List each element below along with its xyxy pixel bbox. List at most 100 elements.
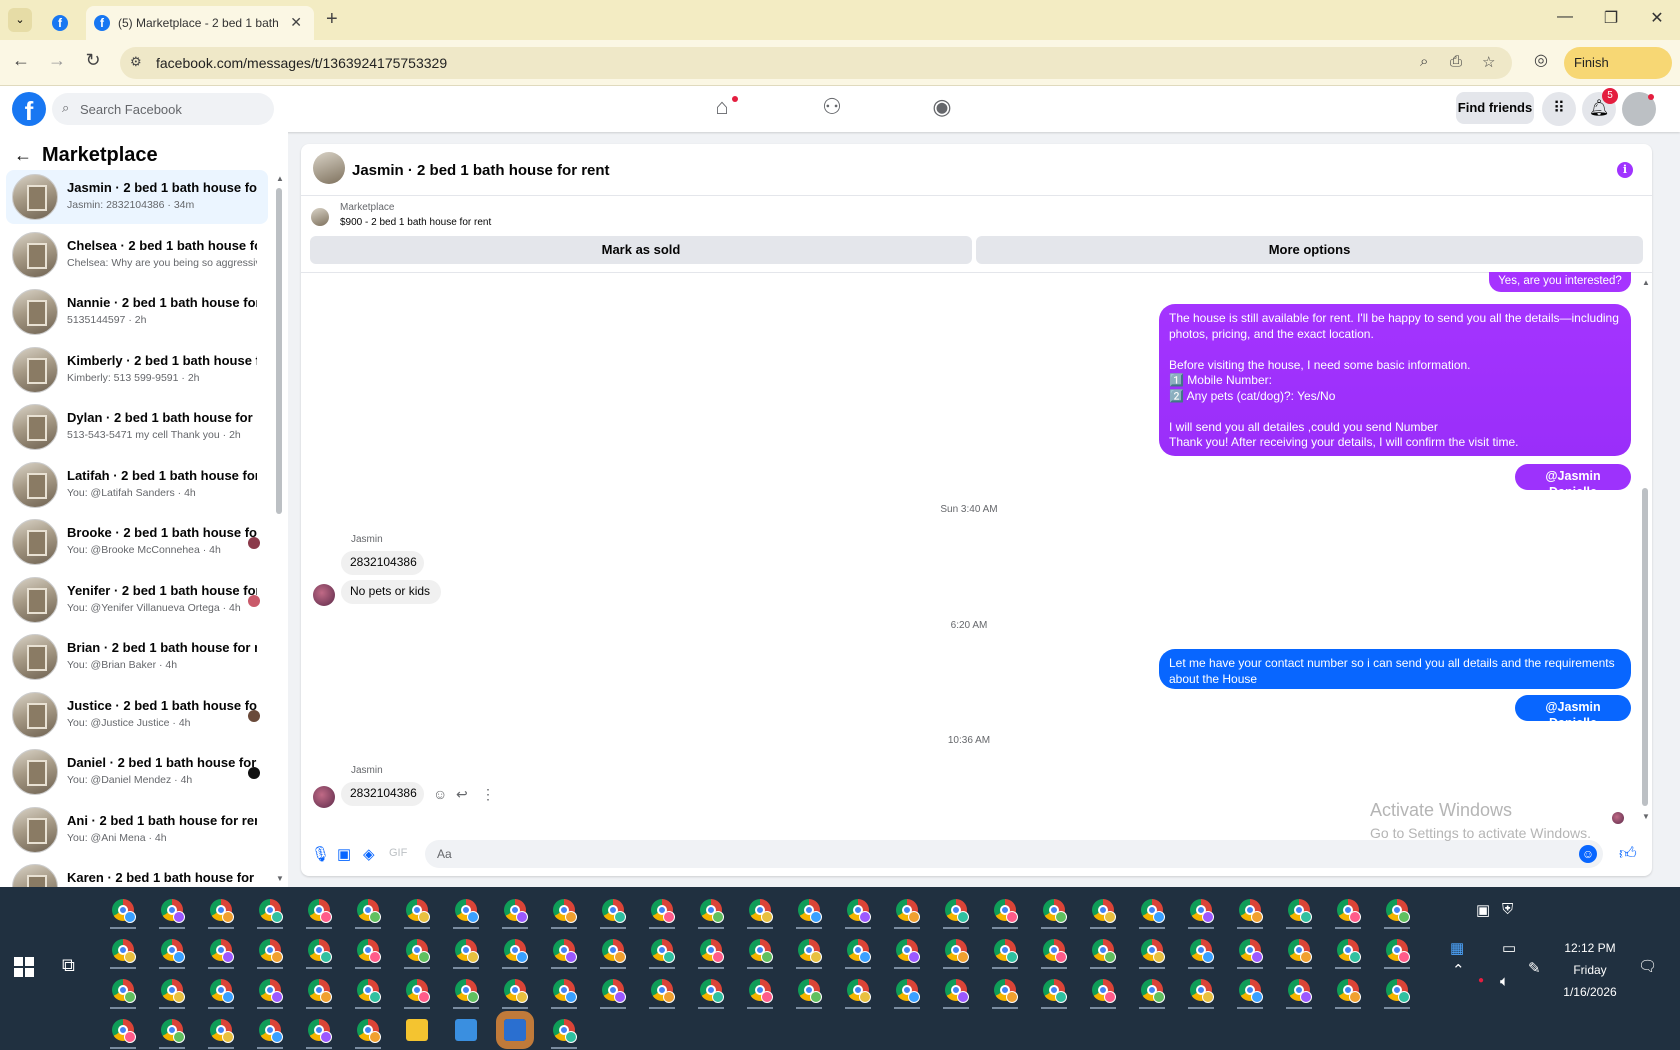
chrome-profile-icon[interactable]: [1190, 899, 1214, 923]
chrome-profile-icon[interactable]: [161, 979, 185, 1003]
chrome-profile-icon[interactable]: [112, 939, 136, 963]
chrome-profile-icon[interactable]: [945, 899, 969, 923]
scroll-up-arrow-icon[interactable]: ▲: [276, 174, 284, 183]
chrome-profile-icon[interactable]: [602, 979, 626, 1003]
chrome-profile-icon[interactable]: [161, 1019, 185, 1043]
chrome-profile-icon[interactable]: [308, 899, 332, 923]
chrome-profile-icon[interactable]: [259, 1019, 283, 1043]
notification-center-icon[interactable]: 🗨︎: [1638, 957, 1657, 975]
conversation-item[interactable]: Chelsea · 2 bed 1 bath house for rent Che…: [6, 228, 268, 282]
chrome-profile-icon[interactable]: [1288, 899, 1312, 923]
conversation-item[interactable]: Yenifer · 2 bed 1 bath house for rent You…: [6, 573, 268, 627]
chrome-profile-icon[interactable]: [1288, 979, 1312, 1003]
incoming-message[interactable]: 2832104386: [341, 782, 424, 806]
task-view-icon[interactable]: ⧉: [62, 955, 75, 976]
chrome-profile-icon[interactable]: [945, 939, 969, 963]
chrome-profile-icon[interactable]: [357, 939, 381, 963]
chrome-profile-icon[interactable]: [553, 899, 577, 923]
chrome-profile-icon[interactable]: [1386, 979, 1410, 1003]
more-actions-icon[interactable]: ⋮: [481, 786, 495, 803]
defender-icon[interactable]: ⛨: [1502, 901, 1513, 918]
reply-icon[interactable]: ↩: [456, 786, 468, 803]
minimize-button[interactable]: —: [1550, 8, 1580, 26]
chrome-profile-icon[interactable]: [749, 899, 773, 923]
chrome-profile-icon[interactable]: [1043, 899, 1067, 923]
reload-icon[interactable]: ↻: [80, 50, 106, 71]
sidebar-scrollbar-thumb[interactable]: [276, 188, 282, 514]
volume-icon[interactable]: 🔈︎: [1500, 973, 1509, 990]
clock-time[interactable]: 12:12 PM: [1560, 941, 1620, 955]
display-icon[interactable]: ▭: [1502, 939, 1516, 957]
profile-icon[interactable]: ◎: [1528, 50, 1554, 70]
conversation-item[interactable]: Karen · 2 bed 1 bath house for rent: [6, 860, 268, 887]
chrome-profile-icon[interactable]: [896, 939, 920, 963]
chrome-profile-icon[interactable]: [504, 939, 528, 963]
outgoing-message[interactable]: Yes, are you interested?: [1489, 272, 1631, 292]
network-icon[interactable]: ▦: [1450, 939, 1464, 957]
chrome-profile-icon[interactable]: [1043, 939, 1067, 963]
clock-day[interactable]: Friday: [1560, 963, 1620, 977]
chrome-profile-icon[interactable]: [798, 939, 822, 963]
chrome-profile-icon[interactable]: [847, 979, 871, 1003]
incoming-message[interactable]: No pets or kids: [341, 580, 441, 604]
chrome-profile-icon[interactable]: [1239, 979, 1263, 1003]
back-icon[interactable]: ←: [8, 50, 34, 71]
chrome-profile-icon[interactable]: [161, 899, 185, 923]
chrome-profile-icon[interactable]: [1386, 899, 1410, 923]
chrome-profile-icon[interactable]: [357, 899, 381, 923]
back-arrow-icon[interactable]: ←: [14, 145, 32, 165]
pinned-tab[interactable]: f: [42, 6, 78, 40]
photos-icon[interactable]: [455, 1019, 477, 1041]
conversation-item[interactable]: Kimberly · 2 bed 1 bath house for rent Ki…: [6, 343, 268, 397]
facebook-logo[interactable]: f: [12, 92, 46, 126]
chrome-profile-icon[interactable]: [651, 939, 675, 963]
chrome-profile-icon[interactable]: [259, 939, 283, 963]
chat-scrollbar-thumb[interactable]: [1642, 488, 1648, 806]
sticker-icon[interactable]: ◈: [363, 845, 375, 863]
chrome-profile-icon[interactable]: [945, 979, 969, 1003]
chrome-profile-icon[interactable]: [1337, 979, 1361, 1003]
chrome-profile-icon[interactable]: [749, 939, 773, 963]
zoom-icon[interactable]: ⌕: [1420, 53, 1428, 70]
finish-update-button[interactable]: Finish update⋮: [1564, 47, 1672, 102]
conversation-item[interactable]: Dylan · 2 bed 1 bath house for rent 513-5…: [6, 400, 268, 454]
chrome-profile-icon[interactable]: [700, 939, 724, 963]
chrome-profile-icon[interactable]: [406, 979, 430, 1003]
friends-icon[interactable]: ⚇: [812, 94, 852, 124]
chrome-profile-icon[interactable]: [406, 939, 430, 963]
chrome-profile-icon[interactable]: [994, 979, 1018, 1003]
chrome-profile-icon[interactable]: [896, 899, 920, 923]
forward-icon[interactable]: →: [44, 50, 70, 71]
conversation-item[interactable]: Ani · 2 bed 1 bath house for rent You: @A…: [6, 803, 268, 857]
chrome-profile-icon[interactable]: [651, 899, 675, 923]
mic-status-icon[interactable]: ●: [1478, 975, 1484, 986]
chrome-profile-icon[interactable]: [1337, 939, 1361, 963]
message-input[interactable]: Aa ☺: [425, 840, 1603, 868]
emoji-icon[interactable]: ☺: [1579, 845, 1597, 863]
new-tab-button[interactable]: +: [326, 8, 338, 31]
gif-icon[interactable]: GIF: [389, 847, 407, 859]
chrome-profile-icon[interactable]: [308, 1019, 332, 1043]
meet-icon[interactable]: ▣: [1476, 901, 1490, 919]
chrome-profile-icon[interactable]: [455, 979, 479, 1003]
bookmark-star-icon[interactable]: ☆: [1482, 53, 1495, 71]
chrome-profile-icon[interactable]: [847, 939, 871, 963]
chrome-profile-icon[interactable]: [406, 899, 430, 923]
mark-as-sold-button[interactable]: Mark as sold: [310, 236, 972, 264]
chrome-profile-icon[interactable]: [161, 939, 185, 963]
notifications-bell-icon[interactable]: 🔔︎ 5: [1582, 88, 1618, 126]
conversation-item[interactable]: Nannie · 2 bed 1 bath house for rent 5135…: [6, 285, 268, 339]
groups-icon[interactable]: ◉: [922, 94, 962, 124]
tab-close-icon[interactable]: ✕: [290, 14, 302, 31]
home-icon[interactable]: ⌂: [702, 94, 742, 124]
sender-avatar[interactable]: [313, 584, 335, 606]
react-emoji-icon[interactable]: ☺: [433, 786, 447, 802]
chrome-profile-icon[interactable]: [553, 939, 577, 963]
chrome-profile-icon[interactable]: [210, 1019, 234, 1043]
tab-search-icon[interactable]: ⌄: [8, 8, 32, 32]
chrome-profile-icon[interactable]: [357, 1019, 381, 1043]
conversation-item[interactable]: Latifah · 2 bed 1 bath house for rent You…: [6, 458, 268, 512]
chrome-profile-icon[interactable]: [651, 979, 675, 1003]
chrome-profile-icon[interactable]: [798, 979, 822, 1003]
chrome-profile-icon[interactable]: [1141, 899, 1165, 923]
